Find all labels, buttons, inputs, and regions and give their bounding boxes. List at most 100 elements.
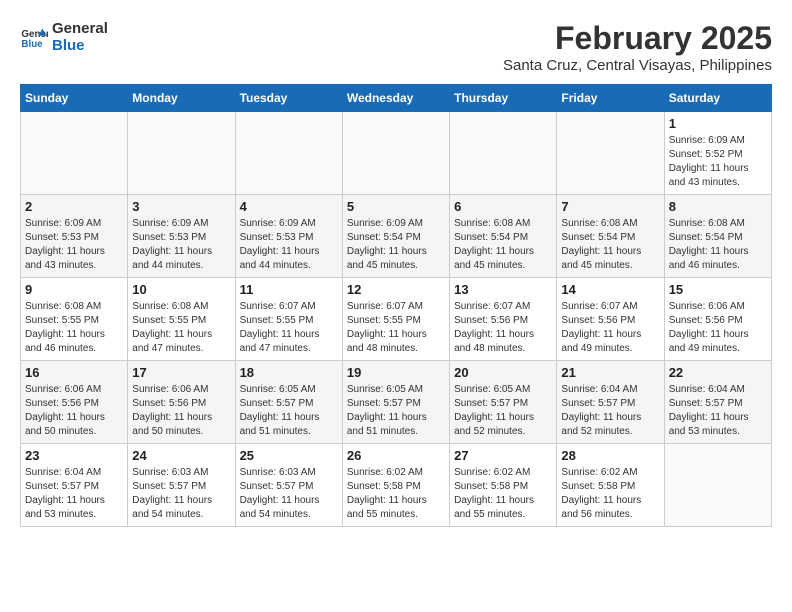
calendar-cell: 4 Sunrise: 6:09 AM Sunset: 5:53 PM Daylig… bbox=[235, 195, 342, 278]
calendar-table: SundayMondayTuesdayWednesdayThursdayFrid… bbox=[20, 84, 772, 527]
day-info: Sunrise: 6:09 AM Sunset: 5:53 PM Dayligh… bbox=[240, 217, 338, 273]
calendar-cell: 7 Sunrise: 6:08 AM Sunset: 5:54 PM Daylig… bbox=[557, 195, 664, 278]
calendar-cell: 12Sunrise: 6:07 AM Sunset: 5:55 PM Dayli… bbox=[342, 278, 449, 361]
calendar-cell: 9 Sunrise: 6:08 AM Sunset: 5:55 PM Daylig… bbox=[21, 278, 128, 361]
calendar-header-row: SundayMondayTuesdayWednesdayThursdayFrid… bbox=[21, 85, 772, 112]
weekday-header-friday: Friday bbox=[557, 85, 664, 112]
calendar-cell: 15Sunrise: 6:06 AM Sunset: 5:56 PM Dayli… bbox=[664, 278, 771, 361]
logo-line2: Blue bbox=[52, 37, 108, 54]
day-info: Sunrise: 6:04 AM Sunset: 5:57 PM Dayligh… bbox=[561, 383, 659, 439]
day-number: 24 bbox=[132, 448, 230, 463]
month-title: February 2025 bbox=[503, 20, 772, 57]
svg-text:Blue: Blue bbox=[21, 39, 43, 50]
day-info: Sunrise: 6:08 AM Sunset: 5:54 PM Dayligh… bbox=[454, 217, 552, 273]
calendar-cell: 19 Sunrise: 6:05 AM Sunset: 5:57 PM Dayli… bbox=[342, 361, 449, 444]
day-number: 9 bbox=[25, 282, 123, 297]
calendar-week-3: 9 Sunrise: 6:08 AM Sunset: 5:55 PM Daylig… bbox=[21, 278, 772, 361]
calendar-cell: 6 Sunrise: 6:08 AM Sunset: 5:54 PM Daylig… bbox=[450, 195, 557, 278]
calendar-cell: 20 Sunrise: 6:05 AM Sunset: 5:57 PM Dayli… bbox=[450, 361, 557, 444]
day-number: 25 bbox=[240, 448, 338, 463]
day-number: 14 bbox=[561, 282, 659, 297]
day-number: 4 bbox=[240, 199, 338, 214]
day-number: 13 bbox=[454, 282, 552, 297]
day-info: Sunrise: 6:07 AM Sunset: 5:56 PM Dayligh… bbox=[561, 300, 659, 356]
day-number: 27 bbox=[454, 448, 552, 463]
calendar-body: 1Sunrise: 6:09 AM Sunset: 5:52 PM Daylig… bbox=[21, 112, 772, 527]
weekday-header-thursday: Thursday bbox=[450, 85, 557, 112]
calendar-cell bbox=[450, 112, 557, 195]
day-info: Sunrise: 6:08 AM Sunset: 5:54 PM Dayligh… bbox=[561, 217, 659, 273]
day-info: Sunrise: 6:03 AM Sunset: 5:57 PM Dayligh… bbox=[132, 466, 230, 522]
day-number: 26 bbox=[347, 448, 445, 463]
calendar-cell bbox=[342, 112, 449, 195]
calendar-cell: 10 Sunrise: 6:08 AM Sunset: 5:55 PM Dayli… bbox=[128, 278, 235, 361]
day-info: Sunrise: 6:04 AM Sunset: 5:57 PM Dayligh… bbox=[669, 383, 767, 439]
day-info: Sunrise: 6:09 AM Sunset: 5:53 PM Dayligh… bbox=[25, 217, 123, 273]
calendar-week-2: 2 Sunrise: 6:09 AM Sunset: 5:53 PM Daylig… bbox=[21, 195, 772, 278]
calendar-cell: 14 Sunrise: 6:07 AM Sunset: 5:56 PM Dayli… bbox=[557, 278, 664, 361]
day-info: Sunrise: 6:06 AM Sunset: 5:56 PM Dayligh… bbox=[25, 383, 123, 439]
day-number: 10 bbox=[132, 282, 230, 297]
day-info: Sunrise: 6:04 AM Sunset: 5:57 PM Dayligh… bbox=[25, 466, 123, 522]
day-info: Sunrise: 6:06 AM Sunset: 5:56 PM Dayligh… bbox=[132, 383, 230, 439]
calendar-cell: 16 Sunrise: 6:06 AM Sunset: 5:56 PM Dayli… bbox=[21, 361, 128, 444]
logo-line1: General bbox=[52, 20, 108, 37]
day-number: 28 bbox=[561, 448, 659, 463]
day-number: 11 bbox=[240, 282, 338, 297]
calendar-cell: 25 Sunrise: 6:03 AM Sunset: 5:57 PM Dayli… bbox=[235, 444, 342, 527]
calendar-cell bbox=[128, 112, 235, 195]
calendar-cell bbox=[664, 444, 771, 527]
day-info: Sunrise: 6:02 AM Sunset: 5:58 PM Dayligh… bbox=[561, 466, 659, 522]
calendar-cell bbox=[557, 112, 664, 195]
calendar-cell bbox=[21, 112, 128, 195]
page-header: General Blue General Blue February 2025 … bbox=[20, 20, 772, 74]
day-number: 18 bbox=[240, 365, 338, 380]
day-number: 2 bbox=[25, 199, 123, 214]
calendar-cell: 11 Sunrise: 6:07 AM Sunset: 5:55 PM Dayli… bbox=[235, 278, 342, 361]
day-number: 23 bbox=[25, 448, 123, 463]
day-info: Sunrise: 6:08 AM Sunset: 5:54 PM Dayligh… bbox=[669, 217, 767, 273]
calendar-cell: 5Sunrise: 6:09 AM Sunset: 5:54 PM Daylig… bbox=[342, 195, 449, 278]
day-number: 21 bbox=[561, 365, 659, 380]
calendar-cell: 22 Sunrise: 6:04 AM Sunset: 5:57 PM Dayli… bbox=[664, 361, 771, 444]
title-area: February 2025 Santa Cruz, Central Visaya… bbox=[503, 20, 772, 74]
weekday-header-saturday: Saturday bbox=[664, 85, 771, 112]
day-number: 8 bbox=[669, 199, 767, 214]
day-info: Sunrise: 6:02 AM Sunset: 5:58 PM Dayligh… bbox=[454, 466, 552, 522]
day-number: 22 bbox=[669, 365, 767, 380]
day-info: Sunrise: 6:08 AM Sunset: 5:55 PM Dayligh… bbox=[132, 300, 230, 356]
calendar-cell: 26 Sunrise: 6:02 AM Sunset: 5:58 PM Dayli… bbox=[342, 444, 449, 527]
day-info: Sunrise: 6:05 AM Sunset: 5:57 PM Dayligh… bbox=[454, 383, 552, 439]
calendar-cell: 13 Sunrise: 6:07 AM Sunset: 5:56 PM Dayli… bbox=[450, 278, 557, 361]
day-number: 5 bbox=[347, 199, 445, 214]
day-info: Sunrise: 6:02 AM Sunset: 5:58 PM Dayligh… bbox=[347, 466, 445, 522]
calendar-cell: 8 Sunrise: 6:08 AM Sunset: 5:54 PM Daylig… bbox=[664, 195, 771, 278]
logo-icon: General Blue bbox=[20, 23, 48, 51]
day-info: Sunrise: 6:07 AM Sunset: 5:56 PM Dayligh… bbox=[454, 300, 552, 356]
calendar-cell: 27 Sunrise: 6:02 AM Sunset: 5:58 PM Dayli… bbox=[450, 444, 557, 527]
day-number: 20 bbox=[454, 365, 552, 380]
calendar-cell: 21 Sunrise: 6:04 AM Sunset: 5:57 PM Dayli… bbox=[557, 361, 664, 444]
day-info: Sunrise: 6:03 AM Sunset: 5:57 PM Dayligh… bbox=[240, 466, 338, 522]
weekday-header-wednesday: Wednesday bbox=[342, 85, 449, 112]
location-title: Santa Cruz, Central Visayas, Philippines bbox=[503, 57, 772, 74]
day-info: Sunrise: 6:08 AM Sunset: 5:55 PM Dayligh… bbox=[25, 300, 123, 356]
day-info: Sunrise: 6:05 AM Sunset: 5:57 PM Dayligh… bbox=[240, 383, 338, 439]
day-info: Sunrise: 6:07 AM Sunset: 5:55 PM Dayligh… bbox=[240, 300, 338, 356]
day-number: 12 bbox=[347, 282, 445, 297]
calendar-cell: 2 Sunrise: 6:09 AM Sunset: 5:53 PM Daylig… bbox=[21, 195, 128, 278]
day-info: Sunrise: 6:06 AM Sunset: 5:56 PM Dayligh… bbox=[669, 300, 767, 356]
day-info: Sunrise: 6:09 AM Sunset: 5:52 PM Dayligh… bbox=[669, 134, 767, 190]
calendar-cell bbox=[235, 112, 342, 195]
calendar-cell: 24 Sunrise: 6:03 AM Sunset: 5:57 PM Dayli… bbox=[128, 444, 235, 527]
day-info: Sunrise: 6:05 AM Sunset: 5:57 PM Dayligh… bbox=[347, 383, 445, 439]
day-number: 16 bbox=[25, 365, 123, 380]
weekday-header-monday: Monday bbox=[128, 85, 235, 112]
day-number: 7 bbox=[561, 199, 659, 214]
day-number: 19 bbox=[347, 365, 445, 380]
logo: General Blue General Blue bbox=[20, 20, 108, 54]
day-number: 3 bbox=[132, 199, 230, 214]
calendar-cell: 17 Sunrise: 6:06 AM Sunset: 5:56 PM Dayli… bbox=[128, 361, 235, 444]
day-number: 6 bbox=[454, 199, 552, 214]
day-number: 17 bbox=[132, 365, 230, 380]
